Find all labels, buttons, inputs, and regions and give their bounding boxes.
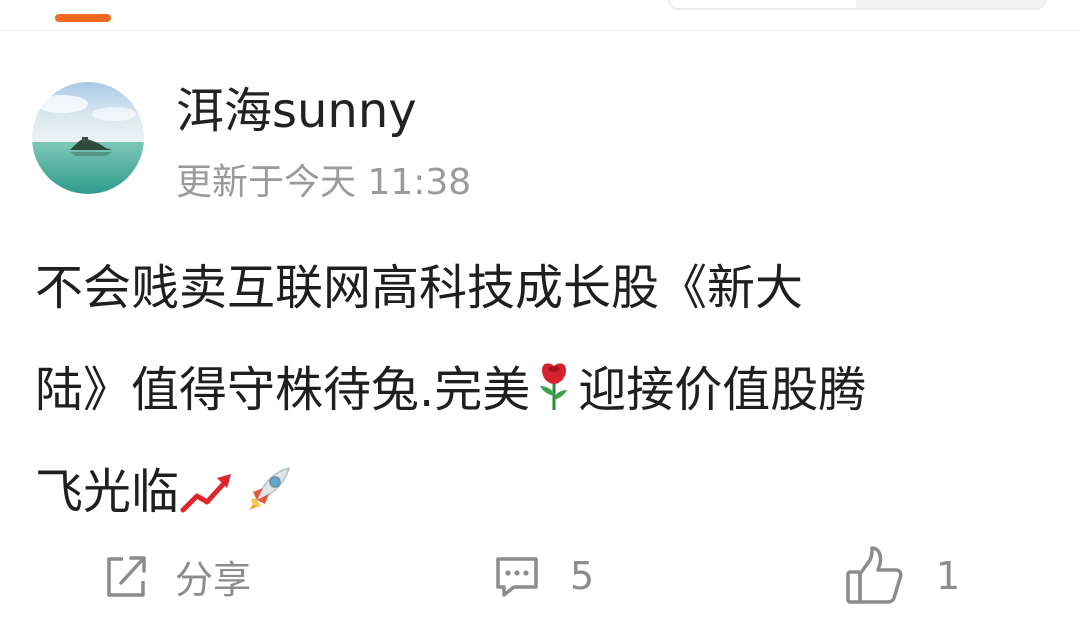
like-count: 1	[936, 554, 961, 598]
avatar-image	[32, 82, 144, 194]
comment-count: 5	[570, 554, 595, 598]
share-label: 分享	[175, 557, 252, 602]
post-timestamp: 更新于今天 11:38	[176, 162, 472, 203]
avatar[interactable]	[32, 82, 144, 194]
post-line: 飞光临	[35, 441, 1045, 543]
post-line: 不会贱卖互联网高科技成长股《新大	[35, 237, 1045, 339]
like-button[interactable]: 1	[842, 546, 960, 606]
comment-button[interactable]: 5	[492, 546, 594, 606]
post-line: 陆》值得守株待兔.完美 迎接价值股腾	[35, 339, 1045, 441]
share-button[interactable]: 分享	[101, 546, 251, 606]
comment-icon	[492, 551, 542, 601]
segmented-control-option[interactable]	[856, 0, 1044, 8]
post-text: 迎接价值股腾	[578, 362, 867, 418]
rocket-icon	[243, 447, 293, 549]
username[interactable]: 洱海sunny	[176, 82, 417, 140]
share-icon	[101, 551, 151, 601]
post-text: 飞光临	[35, 464, 180, 520]
active-tab-indicator	[55, 14, 111, 22]
thumbs-up-icon	[842, 544, 906, 608]
post-content: 不会贱卖互联网高科技成长股《新大 陆》值得守株待兔.完美 迎接价值股腾 飞光临	[35, 237, 1045, 543]
rose-icon	[530, 345, 578, 447]
chart-increasing-icon	[179, 447, 235, 549]
post-text: 陆》值得守株待兔.完美	[35, 362, 531, 418]
top-tab-bar	[0, 0, 1080, 31]
post-text: 不会贱卖互联网高科技成长股《新大	[35, 260, 804, 316]
segmented-control[interactable]	[668, 0, 1046, 10]
